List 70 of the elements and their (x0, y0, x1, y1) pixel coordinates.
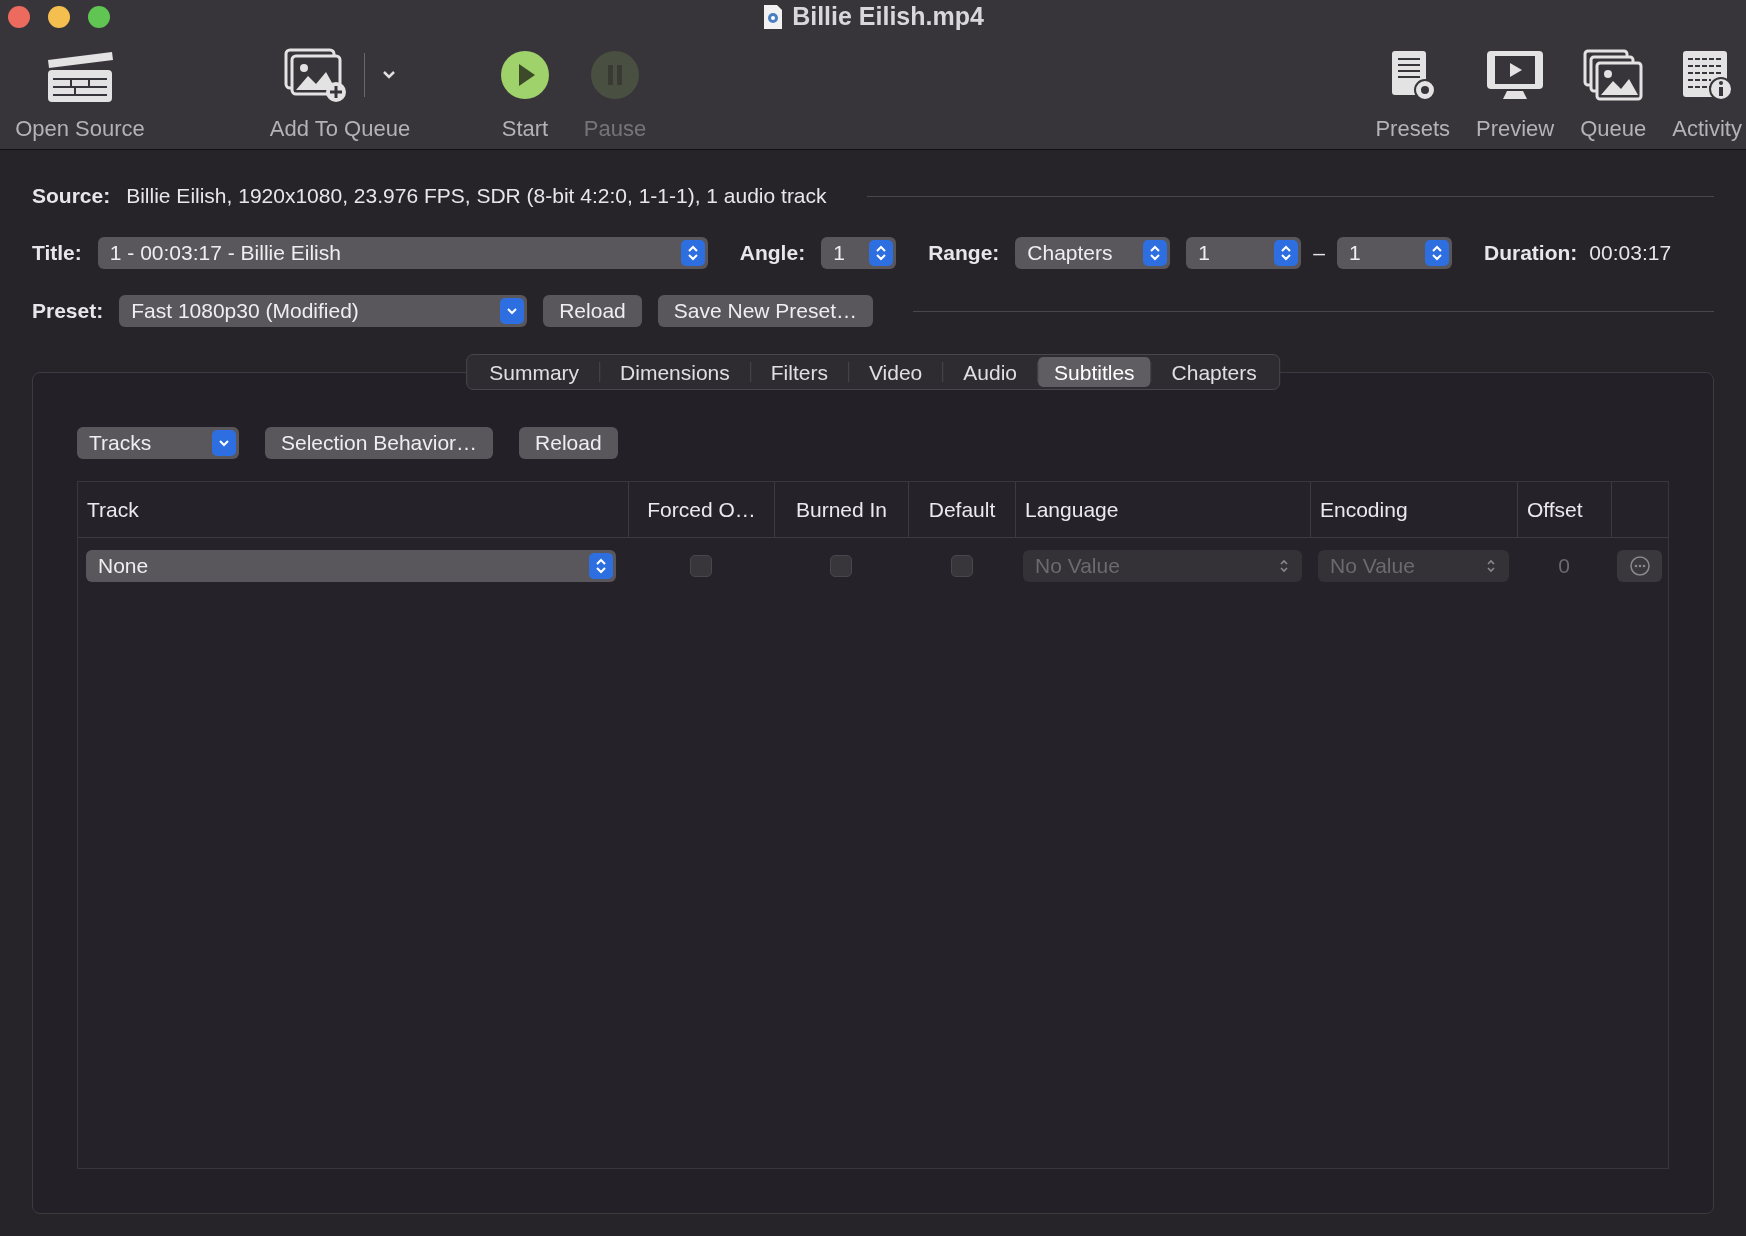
title-dropdown[interactable]: 1 - 00:03:17 - Billie Eilish (97, 237, 708, 269)
toolbar-button[interactable]: Preview (1476, 34, 1555, 145)
chapter-start-dropdown[interactable]: 1 (1186, 237, 1302, 269)
ellipsis-icon (1628, 555, 1651, 577)
field-label: Source: (32, 183, 111, 210)
subtitle-button[interactable]: Reload (519, 427, 618, 459)
range-separator: – (1313, 240, 1325, 267)
activity-icon (1681, 49, 1734, 101)
checkbox[interactable] (950, 555, 973, 577)
tab[interactable]: Subtitles (1038, 357, 1151, 387)
document-icon (762, 4, 785, 30)
source-info: Billie Eilish, 1920x1080, 23.976 FPS, SDR (8-bit 4:2:0, 1-1-1), 1 audio track (126, 183, 827, 210)
stepper-arrows-icon (869, 240, 894, 266)
chevron-down-icon (212, 430, 236, 456)
toolbar-button[interactable]: Add To Queue (160, 34, 480, 145)
column-header: Offset (1517, 482, 1611, 537)
stepper-arrows-icon (1485, 557, 1497, 575)
tab[interactable]: Video (848, 357, 943, 387)
subtitle-button[interactable]: Selection Behavior… (265, 427, 494, 459)
column-header: Forced O… (628, 482, 774, 537)
duration-value: 00:03:17 (1589, 240, 1672, 267)
field-label: Title: (32, 240, 82, 267)
minimize-button[interactable] (48, 6, 70, 28)
column-header: Default (908, 482, 1015, 537)
toolbar-button[interactable]: Presets (1375, 34, 1450, 145)
column-header: Language (1015, 482, 1310, 537)
preset-button[interactable]: Save New Preset… (657, 295, 873, 327)
stepper-arrows-icon (1274, 240, 1299, 266)
window-title: Billie Eilish.mp4 (792, 1, 984, 33)
toolbar-button[interactable]: Open Source (0, 34, 160, 145)
tab[interactable]: Audio (943, 357, 1037, 387)
track-dropdown[interactable]: None (86, 550, 616, 582)
stepper-arrows-icon (589, 553, 613, 579)
chevron-down-icon (500, 298, 525, 324)
tracks-dropdown[interactable]: Tracks (77, 427, 239, 459)
tab[interactable]: Dimensions (600, 357, 750, 387)
queue-icon (1583, 49, 1644, 101)
field-label: Duration: (1484, 240, 1578, 267)
preset-button[interactable]: Reload (543, 295, 642, 327)
field-label: Preset: (32, 298, 104, 325)
chevron-down-icon (380, 69, 397, 81)
add-image-icon (283, 46, 348, 104)
toolbar-button[interactable]: Start (480, 34, 570, 145)
chapter-end-dropdown[interactable]: 1 (1337, 237, 1452, 269)
column-header: Encoding (1310, 482, 1517, 537)
offset-value: 0 (1558, 553, 1570, 580)
play-icon (500, 50, 550, 100)
zoom-button[interactable] (88, 6, 110, 28)
range-dropdown[interactable]: Chapters (1015, 237, 1171, 269)
stepper-arrows-icon (1278, 557, 1290, 575)
toolbar-button[interactable]: Activity (1672, 34, 1742, 145)
tab[interactable]: Summary (469, 357, 600, 387)
field-label: Range: (928, 240, 1000, 267)
pause-icon (590, 50, 640, 100)
stepper-arrows-icon (1143, 240, 1168, 266)
more-button[interactable] (1617, 550, 1662, 582)
tab[interactable]: Chapters (1151, 357, 1277, 387)
checkbox[interactable] (830, 555, 852, 577)
field-label: Angle: (739, 240, 806, 267)
stepper-arrows-icon (1425, 240, 1449, 266)
column-header: Burned In (774, 482, 908, 537)
toolbar-button[interactable]: Queue (1580, 34, 1647, 145)
column-header: Track (86, 496, 140, 523)
monitor-icon (1485, 49, 1546, 101)
close-button[interactable] (8, 6, 30, 28)
checkbox[interactable] (690, 555, 712, 577)
stepper-arrows-icon (680, 240, 705, 266)
preset-dropdown[interactable]: Fast 1080p30 (Modified) (119, 295, 528, 327)
angle-dropdown[interactable]: 1 (821, 237, 897, 269)
tab[interactable]: Filters (750, 357, 848, 387)
